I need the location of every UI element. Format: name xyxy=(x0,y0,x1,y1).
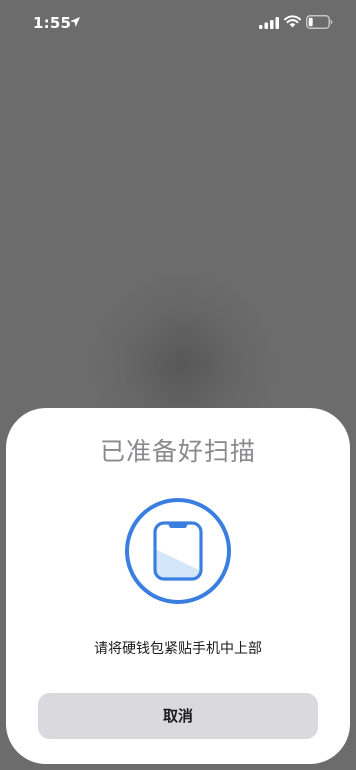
nfc-scan-sheet: 已准备好扫描 请将硬钱包紧贴手机中上部 取消 xyxy=(6,408,350,764)
phone-scan-icon xyxy=(125,498,231,604)
scan-instruction: 请将硬钱包紧贴手机中上部 xyxy=(94,641,262,657)
cellular-signal-icon xyxy=(259,17,279,29)
location-arrow-icon xyxy=(70,17,80,27)
battery-icon xyxy=(306,15,333,29)
status-time: 1:55 xyxy=(33,14,72,32)
cancel-button[interactable]: 取消 xyxy=(38,693,318,739)
status-bar: 1:55 xyxy=(0,0,356,46)
sheet-title: 已准备好扫描 xyxy=(99,437,256,466)
wifi-icon xyxy=(284,15,301,28)
app-screen: 1:55 已准备好扫描 请将硬钱包紧贴手机中上部 取消 xyxy=(0,0,356,770)
